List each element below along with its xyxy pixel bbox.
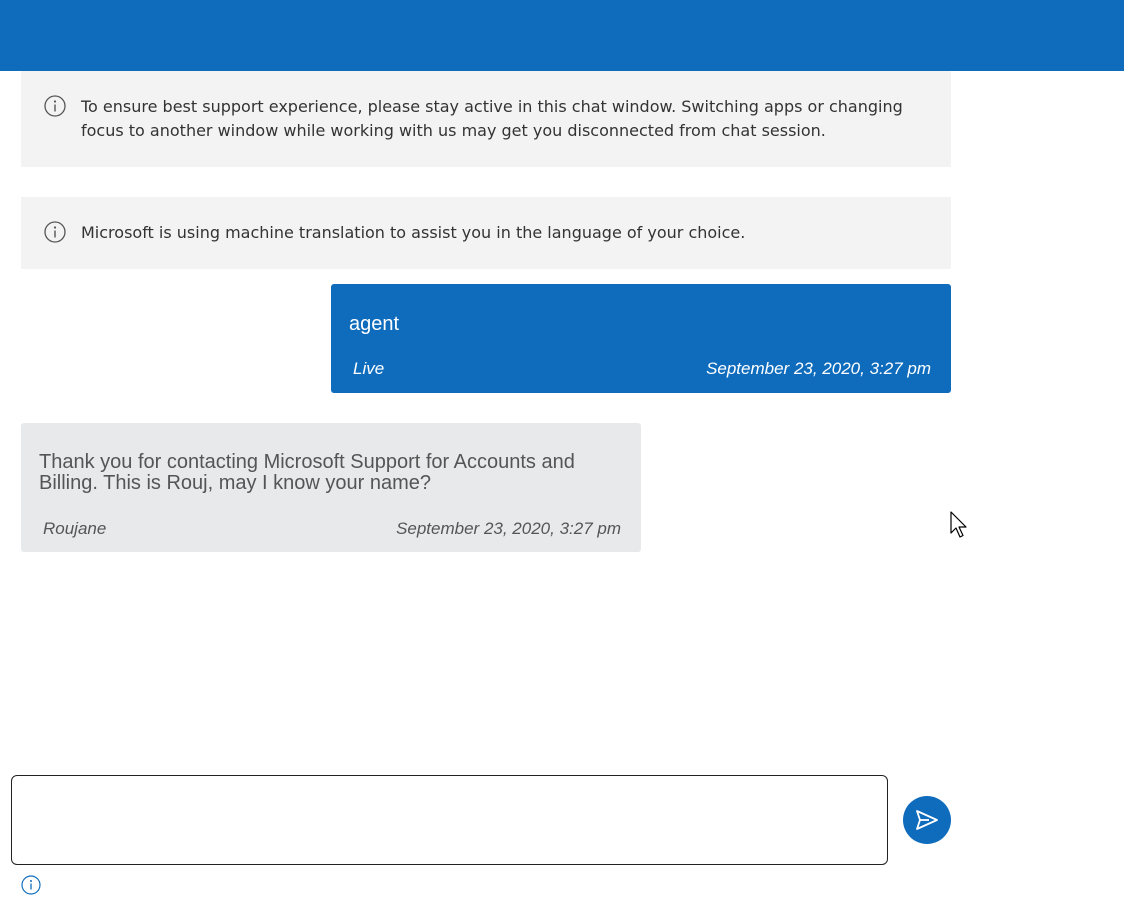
notice-text: Microsoft is using machine translation t…	[81, 223, 746, 242]
info-icon	[44, 95, 66, 117]
message-bubble-agent: Thank you for contacting Microsoft Suppo…	[21, 423, 641, 552]
message-text: agent	[349, 313, 400, 335]
chat-message-input[interactable]	[11, 775, 888, 865]
header-bar	[0, 0, 1124, 71]
notice-text: To ensure best support experience, pleas…	[81, 97, 903, 140]
notice-machine-translation: Microsoft is using machine translation t…	[21, 197, 951, 269]
message-sender: Live	[353, 359, 385, 378]
message-text: Thank you for contacting Microsoft Suppo…	[39, 451, 575, 494]
message-bubble-user: agent Live September 23, 2020, 3:27 pm	[331, 284, 951, 393]
info-icon	[44, 221, 66, 243]
send-icon	[916, 810, 938, 830]
mouse-cursor-icon	[950, 511, 970, 539]
message-sender: Roujane	[43, 519, 107, 538]
send-button[interactable]	[903, 796, 951, 844]
notice-stay-active: To ensure best support experience, pleas…	[21, 71, 951, 167]
info-icon[interactable]	[21, 875, 41, 895]
message-timestamp: September 23, 2020, 3:27 pm	[396, 519, 621, 538]
message-timestamp: September 23, 2020, 3:27 pm	[706, 359, 931, 378]
